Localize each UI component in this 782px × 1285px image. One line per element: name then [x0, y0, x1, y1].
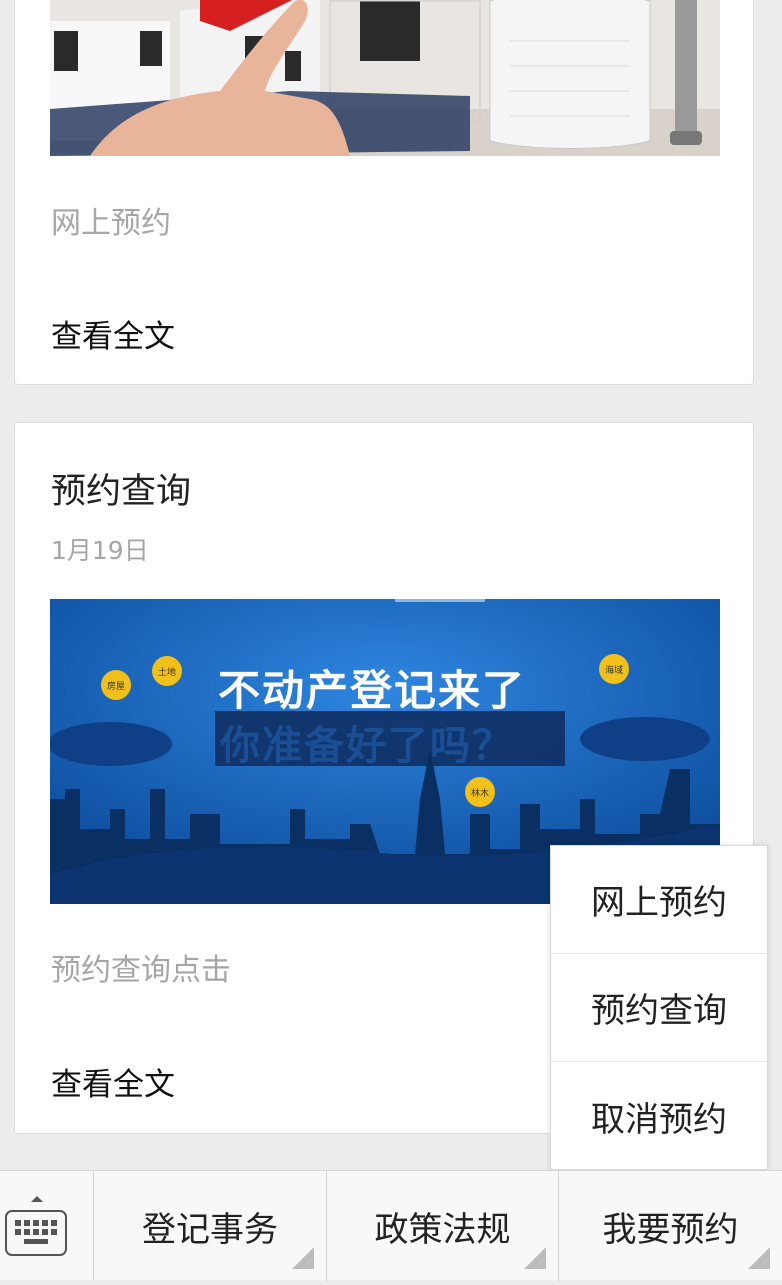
submenu-indicator-icon: [748, 1247, 770, 1269]
menu-button-label: 登记事务: [142, 1209, 278, 1250]
menu-button-booking[interactable]: 我要预约: [559, 1171, 782, 1281]
article-description: 预约查询点击: [51, 953, 231, 988]
submenu-popup: 网上预约 预约查询 取消预约: [550, 845, 768, 1170]
menu-button-label: 我要预约: [602, 1209, 739, 1250]
submenu-item-cancel-booking[interactable]: 取消预约: [551, 1062, 767, 1170]
house-keys-illustration: [50, 0, 720, 156]
bottom-menu-bar: 登记事务 政策法规 我要预约: [0, 1170, 782, 1281]
article-date: 1月19日: [51, 536, 149, 565]
article-title[interactable]: 预约查询: [51, 463, 191, 514]
submenu-indicator-icon: [292, 1247, 314, 1269]
article-cover-image[interactable]: [50, 0, 720, 156]
read-more-link[interactable]: 查看全文: [51, 311, 175, 356]
banner-subheadline: 你准备好了吗？: [220, 723, 514, 769]
menu-button-registration[interactable]: 登记事务: [94, 1171, 327, 1281]
banner-tag: 林木: [470, 789, 489, 799]
read-more-link[interactable]: 查看全文: [51, 1059, 175, 1104]
submenu-indicator-icon: [524, 1247, 546, 1269]
submenu-item-online-booking[interactable]: 网上预约: [551, 846, 767, 954]
keyboard-toggle-button[interactable]: [0, 1171, 94, 1281]
article-card[interactable]: 网上预约 查看全文: [14, 0, 754, 385]
banner-tag: 土地: [157, 668, 176, 678]
article-description: 网上预约: [51, 206, 171, 241]
banner-tag: 房屋: [106, 682, 125, 692]
keyboard-icon: [5, 1196, 67, 1256]
submenu-item-booking-query[interactable]: 预约查询: [551, 954, 767, 1062]
banner-headline: 不动产登记来了: [218, 666, 527, 715]
menu-button-policies[interactable]: 政策法规: [327, 1171, 559, 1281]
menu-button-label: 政策法规: [374, 1209, 511, 1250]
banner-tag: 海域: [604, 666, 623, 676]
